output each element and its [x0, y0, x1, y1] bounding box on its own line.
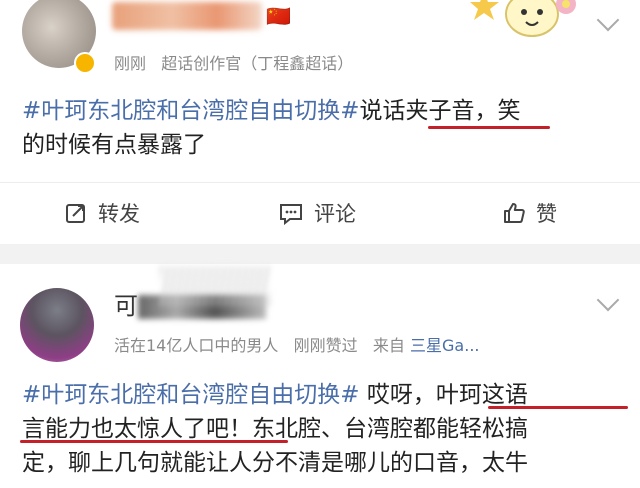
- topic-link[interactable]: #叶珂东北腔和台湾腔自由切换#: [22, 382, 360, 408]
- post-text-line3: 定，聊上几句就能让人分不清是哪儿的口音，太牛: [22, 450, 528, 476]
- like-label: 赞: [536, 202, 557, 226]
- repost-icon: [66, 204, 85, 223]
- post-meta: 活在14亿人口中的男人 刚刚赞过 来自 三星Ga...: [114, 332, 480, 356]
- avatar[interactable]: [20, 288, 94, 362]
- post-device-link[interactable]: 三星Ga...: [410, 336, 479, 355]
- divider: [0, 182, 640, 183]
- comment-icon: [280, 204, 302, 225]
- post-source[interactable]: 超话创作官（丁程鑫超话）: [161, 54, 353, 73]
- thumbs-up-icon: [504, 203, 525, 223]
- post-text: #叶珂东北腔和台湾腔自由切换# 哎呀，叶珂这语 言能力也太惊人了吧！东北腔、台湾…: [22, 378, 528, 480]
- post-liked-status: 刚刚赞过: [293, 336, 358, 355]
- chevron-down-icon[interactable]: [596, 288, 620, 312]
- topic-link[interactable]: #叶珂东北腔和台湾腔自由切换#: [22, 98, 360, 124]
- username-blurred[interactable]: [112, 2, 262, 30]
- flag-icon: 🇨🇳: [266, 4, 291, 28]
- post-from-label: 来自: [372, 336, 405, 355]
- post-meta: 刚刚 超话创作官（丁程鑫超话）: [114, 50, 353, 74]
- post-text-line1: 说话夹子音，笑: [359, 98, 521, 124]
- username-first-char: 可: [114, 292, 138, 320]
- post-text-line2: 的时候有点暴露了: [22, 132, 206, 158]
- chevron-down-icon[interactable]: [596, 8, 620, 32]
- post-time: 刚刚: [114, 54, 147, 73]
- red-underline-annotation: [20, 440, 288, 443]
- like-button[interactable]: 赞: [502, 198, 557, 228]
- sticker-decoration-icon: [470, 0, 582, 46]
- post-text-line1: 哎呀，叶珂这语: [359, 382, 528, 408]
- red-underline-annotation: [428, 126, 550, 129]
- post-separator: [0, 244, 640, 264]
- red-underline-annotation: [488, 406, 628, 409]
- verified-badge-icon: [74, 52, 96, 74]
- repost-button[interactable]: 转发: [64, 198, 140, 228]
- comment-label: 评论: [314, 202, 356, 226]
- comment-button[interactable]: 评论: [278, 198, 356, 228]
- post-text-line2: 言能力也太惊人了吧！东北腔、台湾腔都能轻松搞: [22, 416, 528, 442]
- repost-label: 转发: [98, 202, 140, 226]
- post-user-title: 活在14亿人口中的男人: [114, 336, 279, 355]
- scribble-overlay: [160, 266, 270, 306]
